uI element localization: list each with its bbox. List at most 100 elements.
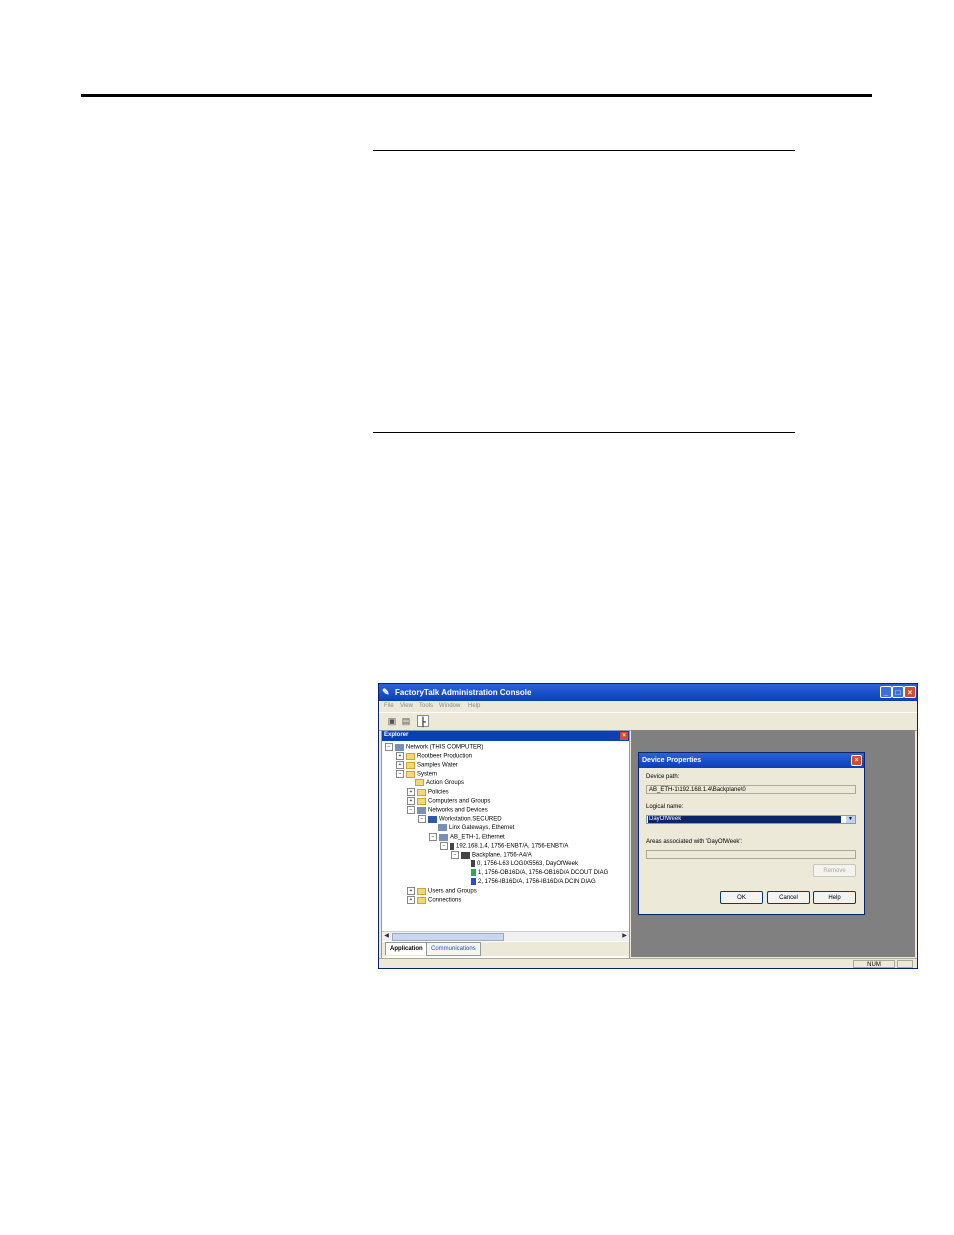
scroll-thumb[interactable] [392,933,504,941]
explorer-tabs: Application Communications [382,942,629,956]
explorer-close-icon[interactable]: × [620,732,628,740]
explorer-title: Explorer [384,732,409,738]
logical-name-label: Logical name: [646,804,684,810]
factorytalk-window: ✎ FactoryTalk Administration Console _ □… [378,683,918,969]
status-panel [897,960,913,968]
application-icon [406,761,415,769]
scroll-right-icon[interactable]: ▶ [620,932,629,941]
menu-tools[interactable]: Tools [419,703,433,709]
chevron-down-icon[interactable]: ▼ [846,816,855,823]
maximize-button[interactable]: □ [892,686,904,698]
menu-view[interactable]: View [400,703,413,709]
tab-application[interactable]: Application [385,942,428,955]
tree-icon[interactable]: ┣ [417,715,429,727]
tree-node-rootbeer[interactable]: + Rootbeer Production [396,752,472,761]
ok-button[interactable]: OK [720,891,763,904]
tree-node-label: Connections [428,897,462,904]
print-icon[interactable]: ▤ [400,715,412,727]
tree-node-ab-eth[interactable]: − AB_ETH-1, Ethernet [429,833,505,842]
folder-icon [417,797,426,805]
dialog-titlebar: Device Properties × [639,753,864,768]
device-icon [450,842,454,850]
collapse-icon[interactable]: − [385,743,393,751]
tree-node-computers-groups[interactable]: + Computers and Groups [407,797,490,806]
menu-bar: File View Tools Window Help [379,701,917,712]
expand-icon[interactable]: + [407,797,415,805]
help-button[interactable]: Help [813,891,856,904]
tree-node-label: Linx Gateways, Ethernet [449,825,515,832]
cancel-button[interactable]: Cancel [767,891,810,904]
num-lock-indicator: NUM [853,960,895,968]
collapse-icon[interactable]: − [440,842,448,850]
remove-button[interactable]: Remove [813,864,856,877]
tree-node-controller[interactable]: 0, 1756-L63 LOGIX5563, DayOfWeek [471,860,578,869]
network-icon [438,824,447,831]
expand-icon[interactable]: + [396,761,404,769]
collapse-icon[interactable]: − [396,770,404,778]
computer-icon [428,815,437,823]
tree-node-label: Computers and Groups [428,798,491,805]
tree-node-input-module[interactable]: 2, 1756-IB16D/A, 1756-IB16D/A DCIN DIAG [471,878,596,887]
tree-node-label: Network (THIS COMPUTER) [406,744,484,751]
tree-node-network[interactable]: − Network (THIS COMPUTER) [385,743,483,752]
collapse-icon[interactable]: − [407,806,415,814]
controller-icon [471,860,475,867]
tree-node-action-groups[interactable]: Action Groups [415,779,464,788]
tree-node-output-module[interactable]: 1, 1756-OB16D/A, 1756-OB16D/A DCOUT DIAG [471,869,608,878]
device-path-label: Device path: [646,774,680,780]
folder-icon [417,788,426,796]
expand-icon[interactable]: + [396,752,404,760]
explorer-pane: Explorer × − Network (THIS COMPUTER) + Roo… [381,730,630,959]
tree-node-workstation[interactable]: − Workstation.SECURED [418,815,502,824]
section-rule-top [373,150,795,151]
network-icon [439,833,448,841]
tree-node-label: System [417,771,438,778]
tree-node-label: Action Groups [426,780,465,787]
folder-icon [415,779,424,786]
scroll-left-icon[interactable]: ◀ [382,932,391,941]
minimize-button[interactable]: _ [880,686,892,698]
menu-file[interactable]: File [384,703,394,709]
tree-node-label: Rootbeer Production [417,753,473,760]
tree-node-system[interactable]: − System [396,770,437,779]
tab-communications[interactable]: Communications [426,942,481,956]
logical-name-select[interactable]: DayOfWeek ▼ [646,815,856,824]
network-icon [417,806,426,814]
tree-node-users-groups[interactable]: + Users and Groups [407,887,477,896]
application-icon [406,752,415,760]
expand-icon[interactable]: + [407,788,415,796]
collapse-icon[interactable]: − [418,815,426,823]
tree-node-policies[interactable]: + Policies [407,788,449,797]
tree-node-connections[interactable]: + Connections [407,896,461,905]
backplane-icon [461,851,470,859]
explorer-header: Explorer × [382,731,629,741]
collapse-icon[interactable]: − [429,833,437,841]
dialog-title: Device Properties [642,757,702,764]
logical-name-value: DayOfWeek [648,816,841,823]
header-rule [81,94,872,97]
save-icon[interactable]: ▣ [386,715,398,727]
close-button[interactable]: × [904,686,916,698]
collapse-icon[interactable]: − [451,851,459,859]
tree-node-linx-gateways[interactable]: Linx Gateways, Ethernet [438,824,514,833]
tree-node-samples-water[interactable]: + Samples Water [396,761,458,770]
menu-window[interactable]: Window [439,703,460,709]
menu-help[interactable]: Help [468,703,480,709]
window-titlebar: ✎ FactoryTalk Administration Console _ □… [379,684,917,701]
dialog-close-icon[interactable]: × [851,755,862,766]
areas-label: Areas associated with 'DayOfWeek': [646,839,743,845]
tree-node-enbt[interactable]: − 192.168.1.4, 1756-ENBT/A, 1756-ENBT/A [440,842,568,851]
folder-icon [406,770,415,778]
tree-node-label: Networks and Devices [428,807,488,814]
window-title: FactoryTalk Administration Console [395,688,532,697]
tree-node-label: Workstation.SECURED [439,816,502,823]
horizontal-scrollbar[interactable]: ◀ ▶ [382,931,629,941]
app-icon: ✎ [382,687,390,697]
expand-icon[interactable]: + [407,887,415,895]
tree-node-networks-devices[interactable]: − Networks and Devices [407,806,488,815]
tree-node-label: AB_ETH-1, Ethernet [450,834,505,841]
output-module-icon [471,869,476,876]
tree-node-backplane[interactable]: − Backplane, 1756-A4/A [451,851,532,860]
expand-icon[interactable]: + [407,896,415,904]
areas-list[interactable] [646,850,856,859]
